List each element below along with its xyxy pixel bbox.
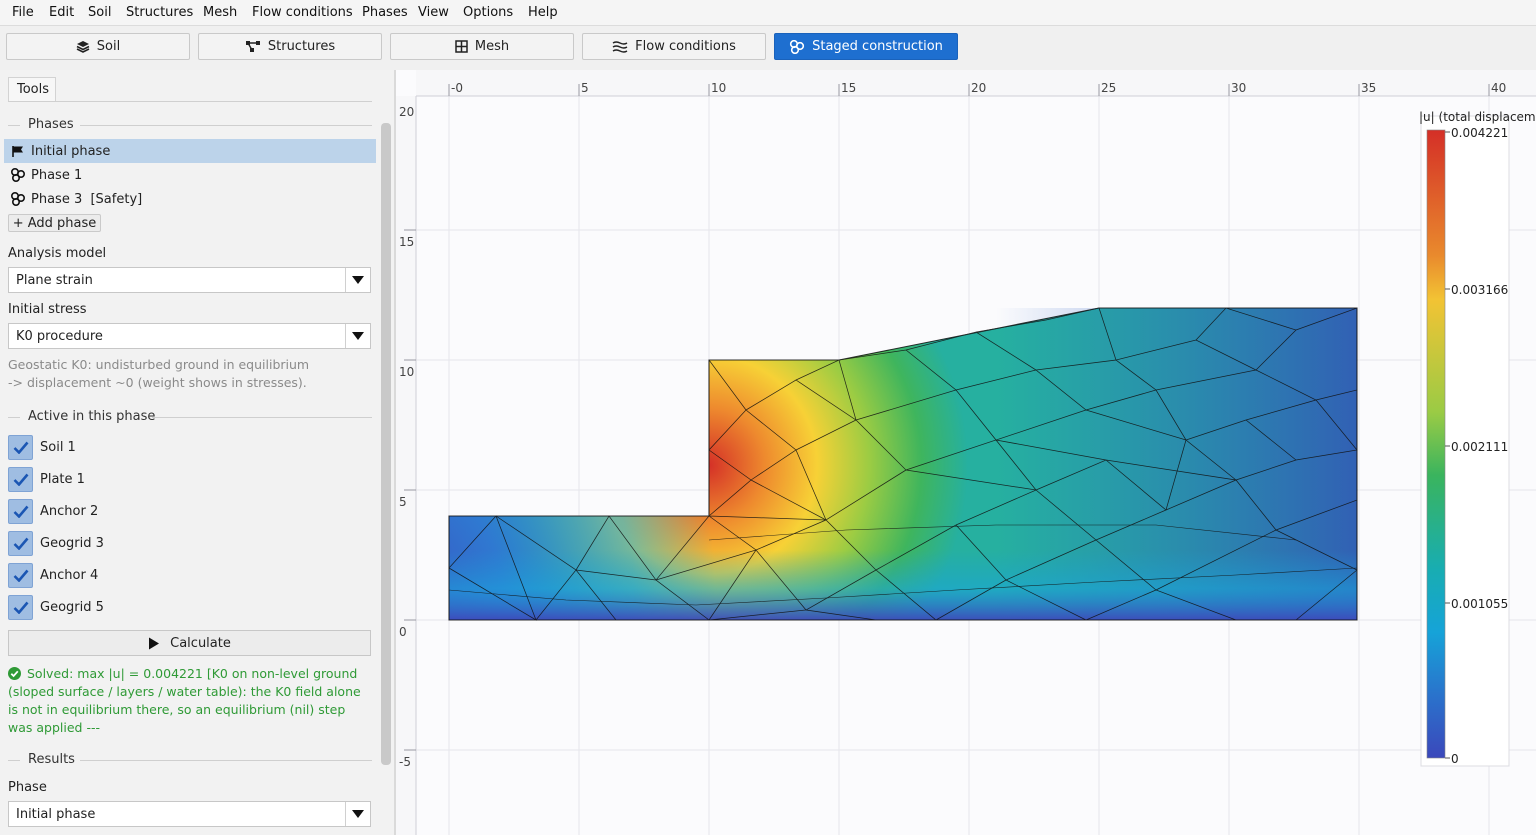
k0-note-line1: Geostatic K0: undisturbed ground in equi… [8, 357, 310, 372]
phase-item-1[interactable]: Phase 1 [4, 163, 376, 187]
check-icon [8, 434, 33, 460]
phase-icon [4, 192, 31, 206]
add-phase-button[interactable]: + Add phase [8, 214, 101, 232]
tab-staged-construction[interactable]: Staged construction [774, 33, 958, 60]
legend-label: 0.004221 [1451, 126, 1508, 140]
y-tick-label: 5 [399, 495, 407, 509]
y-tick-label: 10 [399, 365, 414, 379]
legend-label: 0 [1451, 752, 1459, 766]
panel-scrollbar[interactable] [381, 123, 391, 765]
mode-toolbar: Soil Structures Mesh Flow conditions Sta… [0, 26, 1536, 70]
initial-stress-label: Initial stress [8, 302, 87, 317]
x-tick-label: 40 [1491, 81, 1506, 95]
menu-help[interactable]: Help [528, 5, 558, 20]
menu-structures[interactable]: Structures [126, 5, 193, 20]
menu-soil[interactable]: Soil [88, 5, 111, 20]
chevron-down-icon [345, 268, 370, 292]
status-message: Solved: max |u| = 0.004221 [K0 on non-le… [8, 666, 361, 735]
result-phase-label: Phase [8, 780, 47, 795]
checkbox-anchor-4[interactable]: Anchor 4 [8, 562, 98, 588]
menu-bar: File Edit Soil Structures Mesh Flow cond… [0, 0, 1536, 26]
analysis-model-label: Analysis model [8, 246, 107, 261]
legend-title: |u| (total displaceme [1419, 110, 1536, 124]
mesh-icon [455, 40, 468, 53]
result-phase-select[interactable]: Initial phase [8, 801, 371, 827]
structure-icon [245, 41, 260, 52]
tools-panel: Tools Phases Initial phase Phase 1 Phase… [0, 70, 394, 835]
phase-item-initial[interactable]: Initial phase [4, 139, 376, 163]
y-tick-label: 15 [399, 235, 414, 249]
checkbox-soil-1[interactable]: Soil 1 [8, 434, 76, 460]
phases-heading: Phases [8, 117, 372, 133]
y-tick-label: -5 [399, 755, 411, 769]
x-tick-label: 35 [1361, 81, 1376, 95]
checkbox-anchor-2[interactable]: Anchor 2 [8, 498, 98, 524]
tab-structures[interactable]: Structures [198, 33, 382, 60]
menu-options[interactable]: Options [463, 5, 513, 20]
results-heading: Results [8, 752, 372, 768]
legend-colorbar [1426, 129, 1446, 759]
menu-mesh[interactable]: Mesh [203, 5, 237, 20]
flow-icon [612, 40, 628, 53]
displacement-contour-plot [448, 307, 1358, 621]
menu-file[interactable]: File [12, 5, 34, 20]
tab-tools[interactable]: Tools [8, 77, 56, 101]
x-tick-label: -0 [451, 81, 463, 95]
menu-view[interactable]: View [418, 5, 449, 20]
check-icon [8, 498, 33, 524]
vertical-ruler [396, 96, 416, 835]
k0-note-line2: -> displacement ~0 (weight shows in stre… [8, 375, 307, 390]
x-tick-label: 10 [711, 81, 726, 95]
legend-label: 0.001055 [1451, 597, 1508, 611]
calculate-button[interactable]: Calculate [8, 630, 371, 656]
active-heading: Active in this phase [8, 409, 372, 425]
plot-canvas[interactable]: -0 5 10 15 20 25 30 35 40 20 15 10 5 0 -… [396, 70, 1536, 835]
phase-icon [4, 168, 31, 182]
flag-icon [4, 145, 31, 158]
check-icon [8, 530, 33, 556]
check-icon [8, 466, 33, 492]
tab-divider [8, 101, 372, 102]
x-tick-label: 20 [971, 81, 986, 95]
staged-construction-icon [789, 39, 805, 54]
color-legend: |u| (total displaceme 0.004221 0.003166 … [1419, 110, 1536, 767]
check-icon [8, 594, 33, 620]
chevron-down-icon [345, 802, 370, 826]
menu-flow-conditions[interactable]: Flow conditions [252, 5, 353, 20]
legend-label: 0.002111 [1451, 440, 1508, 454]
initial-stress-select[interactable]: K0 procedure [8, 323, 371, 349]
tab-flow-conditions[interactable]: Flow conditions [582, 33, 766, 60]
checkbox-geogrid-3[interactable]: Geogrid 3 [8, 530, 104, 556]
layers-icon [76, 41, 90, 53]
x-tick-label: 15 [841, 81, 856, 95]
analysis-model-select[interactable]: Plane strain [8, 267, 371, 293]
checkbox-plate-1[interactable]: Plate 1 [8, 466, 85, 492]
checkbox-geogrid-5[interactable]: Geogrid 5 [8, 594, 104, 620]
x-tick-label: 5 [581, 81, 589, 95]
check-icon [8, 562, 33, 588]
play-icon [149, 637, 160, 649]
tab-mesh[interactable]: Mesh [390, 33, 574, 60]
tab-soil[interactable]: Soil [6, 33, 190, 60]
y-tick-label: 20 [399, 105, 414, 119]
menu-edit[interactable]: Edit [49, 5, 74, 20]
legend-label: 0.003166 [1451, 283, 1508, 297]
chevron-down-icon [345, 324, 370, 348]
x-tick-label: 30 [1231, 81, 1246, 95]
check-circle-icon [8, 667, 21, 680]
x-tick-label: 25 [1101, 81, 1116, 95]
phase-item-3[interactable]: Phase 3 [Safety] [4, 187, 376, 211]
y-tick-label: 0 [399, 625, 407, 639]
menu-phases[interactable]: Phases [362, 5, 408, 20]
